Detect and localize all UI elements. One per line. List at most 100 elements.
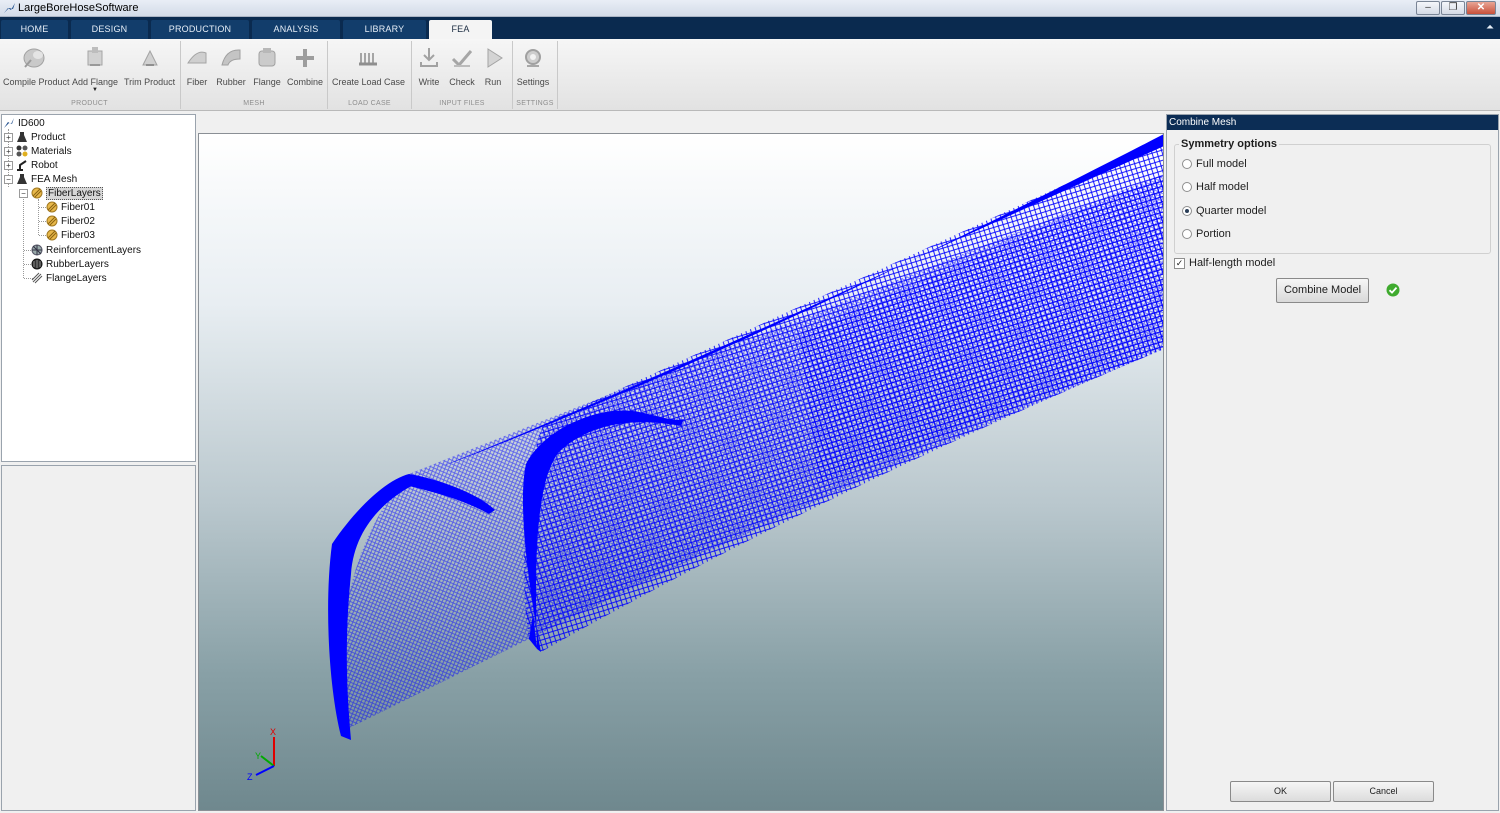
load-case-icon <box>359 53 377 66</box>
ribbon: Compile Product Add Flange ▼ Trim Produc… <box>0 39 1500 111</box>
properties-panel <box>1 465 196 811</box>
add-flange-icon <box>87 47 103 66</box>
tab-design[interactable]: DESIGN <box>71 20 148 39</box>
write-button[interactable]: Write <box>416 45 442 87</box>
restore-icon[interactable]: ❐ <box>1441 1 1465 15</box>
option-full-model[interactable]: Full model <box>1182 158 1247 170</box>
combine-model-button[interactable]: Combine Model <box>1276 278 1369 303</box>
tree-connector <box>23 192 24 278</box>
axis-label-z: Z <box>247 772 253 782</box>
collapse-icon[interactable]: − <box>4 174 13 184</box>
collapse-icon[interactable]: − <box>19 188 28 198</box>
symmetry-options-title: Symmetry options <box>1179 138 1279 150</box>
tree-item-fiber-layers[interactable]: − FiberLayers <box>19 186 103 200</box>
axis-label-y: Y <box>255 751 261 761</box>
check-button[interactable]: Check <box>448 45 476 87</box>
compile-product-button[interactable]: Compile Product <box>3 45 70 87</box>
option-quarter-model[interactable]: Quarter model <box>1182 205 1266 217</box>
option-portion[interactable]: Portion <box>1182 228 1231 240</box>
group-label-load-case: LOAD CASE <box>348 100 391 107</box>
minimize-icon[interactable]: – <box>1416 1 1440 15</box>
fiber-layer-icon <box>46 215 58 227</box>
rubber-layer-icon <box>31 258 43 270</box>
rubber-icon <box>221 49 241 66</box>
ribbon-tabs: HOME DESIGN PRODUCTION ANALYSIS LIBRARY … <box>0 17 1500 39</box>
group-label-settings: SETTINGS <box>516 100 554 107</box>
tree-item-fiber03[interactable]: Fiber03 <box>46 228 95 242</box>
tree-item-fea-mesh[interactable]: − FEA Mesh <box>4 172 77 186</box>
reinforcement-layer-icon <box>31 244 43 256</box>
right-mesh-region <box>799 174 1163 484</box>
trim-product-icon <box>141 49 158 66</box>
cancel-button[interactable]: Cancel <box>1333 781 1434 802</box>
tree-item-reinforcement-layers[interactable]: ReinforcementLayers <box>31 243 141 257</box>
dropdown-arrow-icon: ▼ <box>92 87 98 93</box>
radio-portion[interactable] <box>1182 229 1192 239</box>
model-tree: ID600 + Product + Materials + Robot − FE… <box>1 114 196 462</box>
tree-item-flange-layers[interactable]: FlangeLayers <box>31 271 107 285</box>
gear-icon <box>525 49 541 67</box>
trim-product-button[interactable]: Trim Product <box>124 45 175 87</box>
tab-fea[interactable]: FEA <box>429 20 492 39</box>
tree-item-fiber02[interactable]: Fiber02 <box>46 214 95 228</box>
run-button[interactable]: Run <box>481 45 505 87</box>
flange-button[interactable]: Flange <box>252 45 282 87</box>
fiber-icon <box>187 51 207 64</box>
tree-connector <box>38 199 39 235</box>
collapse-ribbon-icon[interactable]: ⏶ <box>1485 22 1495 34</box>
radio-full-model[interactable] <box>1182 159 1192 169</box>
ribbon-divider <box>180 41 181 109</box>
fiber-layer-icon <box>46 229 58 241</box>
robot-arm-icon <box>17 160 27 171</box>
tab-production[interactable]: PRODUCTION <box>151 20 249 39</box>
tree-item-rubber-layers[interactable]: RubberLayers <box>31 257 109 271</box>
half-length-option[interactable]: ✓ Half-length model <box>1174 257 1275 269</box>
add-flange-button[interactable]: Add Flange ▼ <box>72 45 118 93</box>
app-logo-icon <box>4 3 15 13</box>
group-label-mesh: MESH <box>243 100 265 107</box>
ribbon-divider <box>557 41 558 109</box>
materials-icon <box>16 145 28 157</box>
flask-icon <box>17 174 27 184</box>
tab-library[interactable]: LIBRARY <box>343 20 426 39</box>
tree-item-fiber01[interactable]: Fiber01 <box>46 200 95 214</box>
expand-icon[interactable]: + <box>4 132 13 142</box>
radio-half-model[interactable] <box>1182 182 1192 192</box>
fea-mesh-render[interactable]: X Y Z <box>199 134 1163 810</box>
ribbon-divider <box>411 41 412 109</box>
window-title: LargeBoreHoseSoftware <box>18 2 139 14</box>
expand-icon[interactable]: + <box>4 146 13 156</box>
hose-icon <box>4 118 14 128</box>
tab-analysis[interactable]: ANALYSIS <box>252 20 340 39</box>
flange-icon <box>258 48 276 67</box>
fiber-layer-icon <box>46 201 58 213</box>
create-load-case-button[interactable]: Create Load Case <box>332 45 405 87</box>
radio-quarter-model[interactable] <box>1182 206 1192 216</box>
axis-label-x: X <box>270 727 276 737</box>
combine-mesh-panel: Combine Mesh Symmetry options Full model… <box>1166 114 1499 811</box>
window-controls: – ❐ ✕ <box>1416 1 1496 15</box>
write-icon <box>420 48 438 67</box>
rubber-button[interactable]: Rubber <box>216 45 246 87</box>
expand-icon[interactable]: + <box>4 160 13 170</box>
check-icon <box>451 50 473 68</box>
3d-viewport[interactable]: X Y Z <box>198 133 1164 811</box>
run-icon <box>487 48 503 68</box>
ribbon-divider <box>512 41 513 109</box>
fiber-button[interactable]: Fiber <box>184 45 210 87</box>
tree-item-product[interactable]: + Product <box>4 130 65 144</box>
compile-product-icon <box>23 48 45 68</box>
combine-button[interactable]: Combine <box>287 45 323 87</box>
ok-button[interactable]: OK <box>1230 781 1331 802</box>
tree-item-root[interactable]: ID600 <box>3 116 45 130</box>
option-half-model[interactable]: Half model <box>1182 181 1249 193</box>
flask-icon <box>17 132 27 142</box>
settings-button[interactable]: Settings <box>516 45 550 87</box>
half-length-checkbox[interactable]: ✓ <box>1174 257 1185 269</box>
panel-title: Combine Mesh <box>1167 115 1498 130</box>
tab-home[interactable]: HOME <box>1 20 68 39</box>
close-icon[interactable]: ✕ <box>1466 1 1496 15</box>
tree-item-robot[interactable]: + Robot <box>4 158 58 172</box>
flange-layer-icon <box>31 272 43 284</box>
tree-item-materials[interactable]: + Materials <box>4 144 72 158</box>
